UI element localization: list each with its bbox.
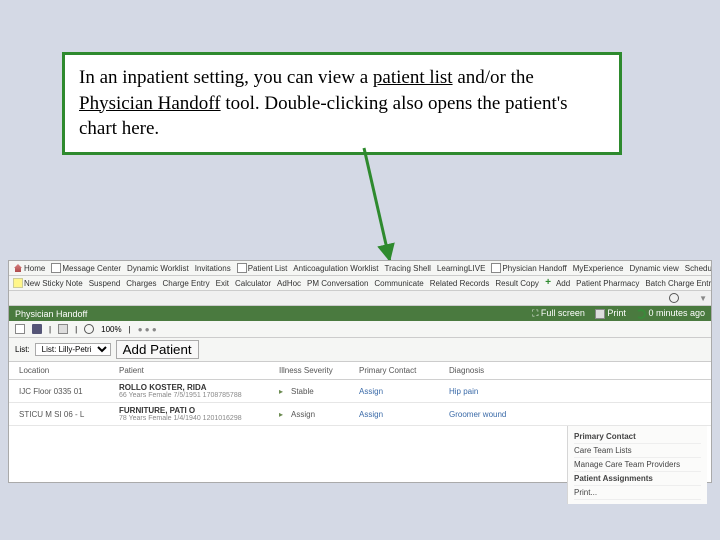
col-location[interactable]: Location [19,366,119,375]
add-patient-button[interactable]: Add Patient [116,340,199,359]
nav-tracing-shell[interactable]: Tracing Shell [385,264,431,273]
col-severity[interactable]: Illness Severity [279,366,359,375]
nav-anticoagulation[interactable]: Anticoagulation Worklist [293,264,378,273]
side-manage-providers[interactable]: Manage Care Team Providers [574,458,701,472]
callout-text-1: In an inpatient setting, you can view a [79,67,373,88]
expand-icon[interactable]: ▸ [279,410,291,419]
zoom-icon[interactable] [84,324,94,334]
cell-diagnosis[interactable]: Groomer wound [449,410,549,419]
btn-pm-conversation[interactable]: PM Conversation [307,279,368,288]
side-panel: Primary Contact Care Team Lists Manage C… [567,426,707,504]
side-primary-contact[interactable]: Primary Contact [574,430,701,444]
col-patient[interactable]: Patient [119,366,279,375]
home-icon [13,263,23,273]
btn-new-sticky[interactable]: New Sticky Note [13,278,83,288]
list-select-row: List: List: Lilly-Petri Add Patient [9,338,711,362]
nav-myexperience[interactable]: MyExperience [573,264,624,273]
cell-primary-contact[interactable]: Assign [359,387,449,396]
patient-name: FURNITURE, PATI O [119,406,279,415]
nav-home[interactable]: Home [13,263,45,273]
controls-bar: | | 100% | ● ● ● [9,321,711,338]
main-panel: Location Patient Illness Severity Primar… [9,362,711,482]
patient-meta: 78 Years Female 1/4/1940 1201016298 [119,415,279,422]
btn-related-records[interactable]: Related Records [430,279,490,288]
print-icon [595,309,605,319]
col-primary-contact[interactable]: Primary Contact [359,366,449,375]
print-small-icon[interactable] [58,324,68,334]
cell-patient: ROLLO KOSTER, RIDA 66 Years Female 7/5/1… [119,383,279,399]
message-icon [51,263,61,273]
search-row: ▼ [9,291,711,306]
patient-row[interactable]: STICU M SI 06 - L FURNITURE, PATI O 78 Y… [9,403,711,426]
refresh-icon [636,309,646,319]
instruction-callout: In an inpatient setting, you can view a … [62,52,622,155]
nav-dynamic-worklist[interactable]: Dynamic Worklist [127,264,189,273]
btn-patient-pharmacy[interactable]: Patient Pharmacy [576,279,639,288]
nav-dynamic-view[interactable]: Dynamic view [629,264,678,273]
nav-invitations[interactable]: Invitations [195,264,231,273]
sticky-note-icon [13,278,23,288]
callout-text-2: and/or the [453,67,534,88]
btn-charge-entry[interactable]: Charge Entry [163,279,210,288]
btn-communicate[interactable]: Communicate [374,279,423,288]
toolbar-row-1: Home Message Center Dynamic Worklist Inv… [9,261,711,276]
search-icon[interactable] [669,293,679,303]
expand-icon[interactable]: ▸ [279,387,291,396]
side-patient-assignments[interactable]: Patient Assignments [574,472,701,486]
btn-result-copy[interactable]: Result Copy [495,279,539,288]
patient-row[interactable]: IJC Floor 0335 01 ROLLO KOSTER, RIDA 66 … [9,380,711,403]
list-icon [237,263,247,273]
section-title: Physician Handoff [15,309,87,319]
btn-charges[interactable]: Charges [126,279,156,288]
nav-message-center[interactable]: Message Center [51,263,121,273]
cell-location: IJC Floor 0335 01 [19,387,119,396]
btn-batch-charge[interactable]: Batch Charge Entry [645,279,711,288]
btn-fullscreen[interactable]: ⛶ Full screen [532,308,585,319]
plus-icon: + [545,278,555,288]
list-dropdown[interactable]: List: Lilly-Petri [35,343,111,356]
ehr-window: Home Message Center Dynamic Worklist Inv… [8,260,712,483]
handoff-icon [491,263,501,273]
nav-physician-handoff[interactable]: Physician Handoff [491,263,566,273]
btn-adhoc[interactable]: AdHoc [277,279,301,288]
zoom-level[interactable]: 100% [101,325,121,334]
col-diagnosis[interactable]: Diagnosis [449,366,549,375]
section-header: Physician Handoff ⛶ Full screen Print 0 … [9,306,711,321]
callout-underline-physician-handoff: Physician Handoff [79,93,221,114]
cell-diagnosis[interactable]: Hip pain [449,387,549,396]
side-print[interactable]: Print... [574,486,701,500]
toolbar-row-2: New Sticky Note Suspend Charges Charge E… [9,276,711,291]
last-refresh[interactable]: 0 minutes ago [636,308,705,319]
btn-print[interactable]: Print [595,308,626,319]
column-headers: Location Patient Illness Severity Primar… [9,362,711,380]
patient-meta: 66 Years Female 7/5/1951 1708785788 [119,392,279,399]
cell-location: STICU M SI 06 - L [19,410,119,419]
patient-name: ROLLO KOSTER, RIDA [119,383,279,392]
btn-suspend[interactable]: Suspend [89,279,121,288]
nav-patient-list[interactable]: Patient List [237,263,288,273]
callout-underline-patient-list: patient list [373,67,453,88]
cell-patient: FURNITURE, PATI O 78 Years Female 1/4/19… [119,406,279,422]
cell-severity[interactable]: Stable [291,387,359,396]
cell-primary-contact[interactable]: Assign [359,410,449,419]
btn-exit[interactable]: Exit [216,279,229,288]
btn-add[interactable]: +Add [545,278,570,288]
nav-scheduling[interactable]: Scheduling [685,264,711,273]
cell-severity[interactable]: Assign [291,410,359,419]
side-care-team-lists[interactable]: Care Team Lists [574,444,701,458]
btn-calculator[interactable]: Calculator [235,279,271,288]
list-label: List: [15,345,30,354]
nav-learninglive[interactable]: LearningLIVE [437,264,485,273]
view-icon[interactable] [15,324,25,334]
save-icon[interactable] [32,324,42,334]
